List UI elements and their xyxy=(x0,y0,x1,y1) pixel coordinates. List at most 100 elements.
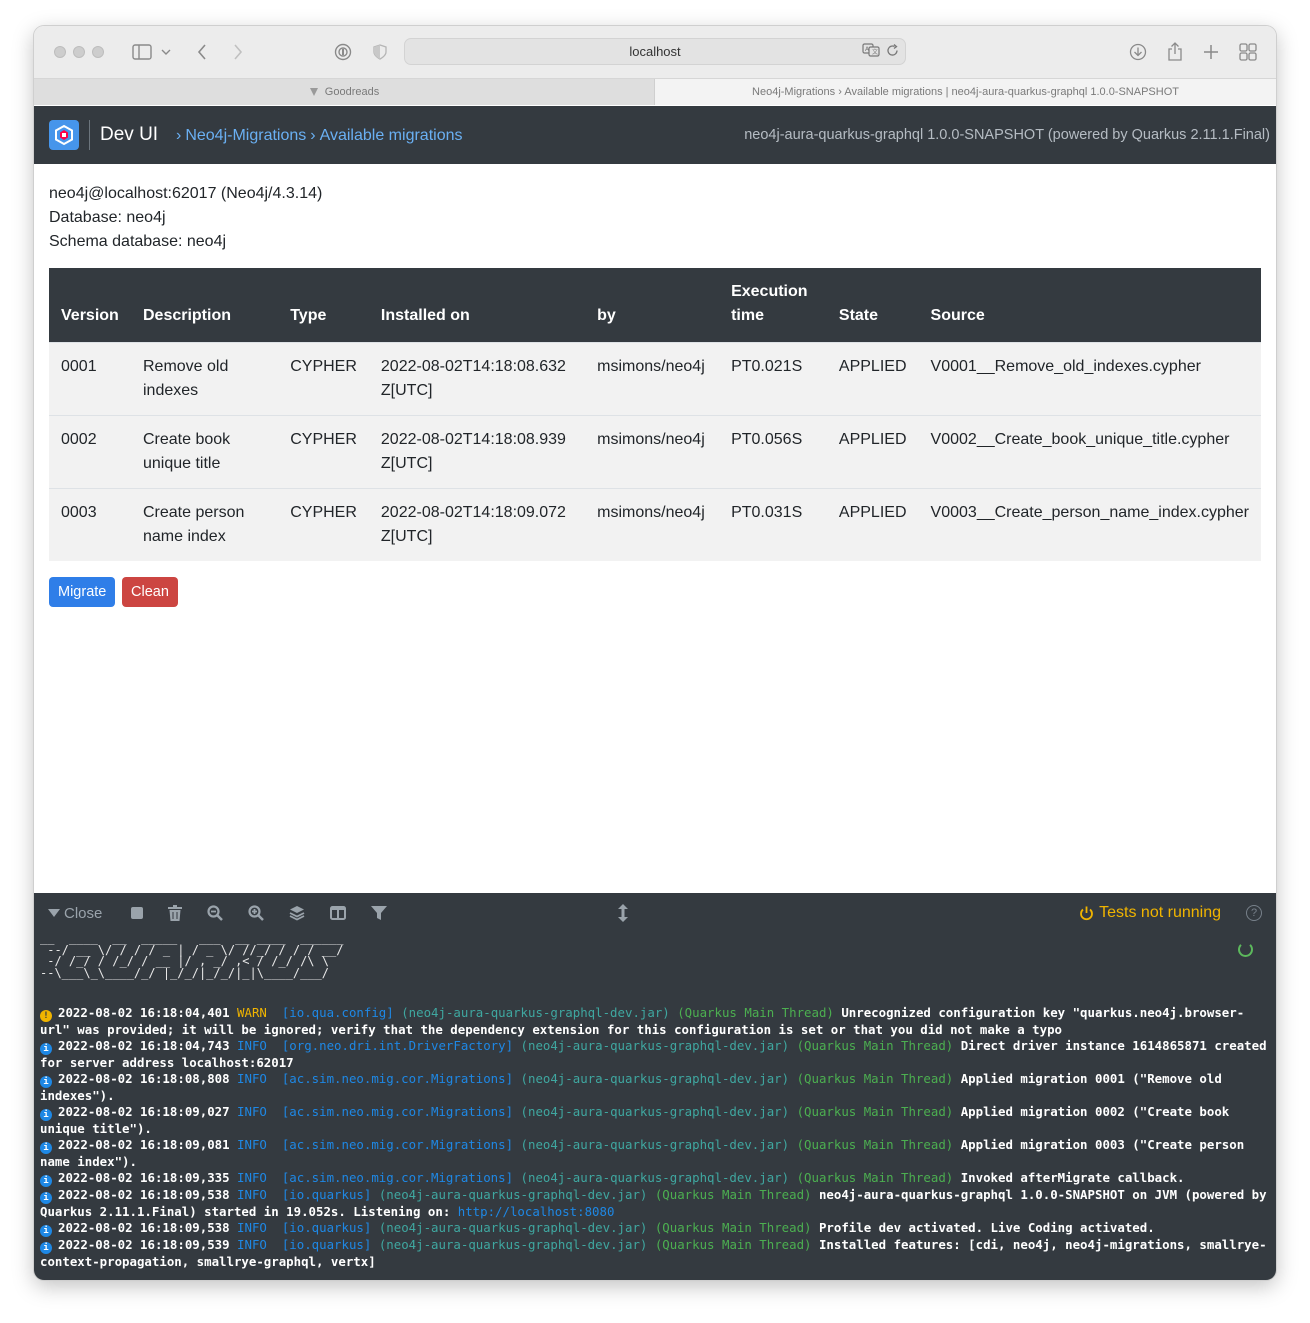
cell-installed-on: 2022-08-02T14:18:08.632Z[UTC] xyxy=(380,358,566,399)
resize-vertical-icon[interactable] xyxy=(618,904,628,922)
download-icon[interactable] xyxy=(1126,40,1150,64)
trash-icon[interactable] xyxy=(168,904,182,922)
connection-database: Database: neo4j xyxy=(49,209,166,226)
log-entry: i 2022-08-02 16:18:09,027 INFO [ac.sim.ne… xyxy=(40,1104,1237,1136)
chevron-down-icon[interactable] xyxy=(158,40,174,64)
header-divider xyxy=(89,120,90,150)
tests-status[interactable]: Tests not running xyxy=(1079,904,1221,922)
quarkus-logo-icon[interactable] xyxy=(49,120,79,150)
cell-description: Remove old indexes xyxy=(142,358,229,399)
power-icon xyxy=(1080,906,1093,920)
info-icon: i xyxy=(40,1109,52,1121)
zoom-in-icon[interactable] xyxy=(248,904,264,922)
log-entry: i 2022-08-02 16:18:09,538 INFO [io.quarku… xyxy=(40,1220,1270,1237)
log-entry: ! 2022-08-02 16:18:04,401 WARN [io.qua.co… xyxy=(40,1005,1245,1037)
address-bar-url: localhost xyxy=(629,44,681,59)
cell-type: CYPHER xyxy=(290,431,357,448)
forward-arrow-icon[interactable] xyxy=(226,40,250,64)
cell-state: APPLIED xyxy=(838,504,907,521)
sidebar-toggle-icon[interactable] xyxy=(130,40,154,64)
password-manager-icon[interactable] xyxy=(331,40,355,64)
migrations-table: Version Description Type Installed on by… xyxy=(49,268,1261,561)
log-entry: i 2022-08-02 16:18:09,539 INFO [io.quarku… xyxy=(40,1237,1267,1269)
tab-title: Neo4j-Migrations › Available migrations … xyxy=(752,86,1179,98)
breadcrumb: › Neo4j-Migrations › Available migration… xyxy=(176,127,462,145)
layers-icon[interactable] xyxy=(289,904,305,922)
table-row: 0003 Create person name index CYPHER 202… xyxy=(49,488,1261,561)
table-row: 0001 Remove old indexes CYPHER 2022-08-0… xyxy=(49,342,1261,416)
tab-overview-icon[interactable] xyxy=(1236,40,1260,64)
help-icon[interactable]: ? xyxy=(1246,905,1262,921)
tests-status-label: Tests not running xyxy=(1099,904,1221,921)
cell-installed-on: 2022-08-02T14:18:08.939Z[UTC] xyxy=(380,431,566,472)
stop-icon[interactable] xyxy=(131,904,143,922)
column-header-execution-time: Execution time xyxy=(731,283,808,324)
devui-title[interactable]: Dev UI xyxy=(100,124,158,146)
cell-by: msimons/neo4j xyxy=(597,431,705,448)
main-content: neo4j@localhost:62017 (Neo4j/4.3.14) Dat… xyxy=(49,182,1261,607)
column-header-state: State xyxy=(838,307,879,324)
share-icon[interactable] xyxy=(1163,40,1187,64)
cell-type: CYPHER xyxy=(290,504,357,521)
cell-type: CYPHER xyxy=(290,358,357,375)
back-arrow-icon[interactable] xyxy=(190,40,214,64)
translate-icon[interactable]: A文 xyxy=(862,43,880,60)
cell-state: APPLIED xyxy=(838,358,907,375)
cell-description: Create book unique title xyxy=(142,431,231,472)
zoom-out-icon[interactable] xyxy=(207,904,223,922)
cell-version: 0002 xyxy=(61,431,97,448)
log-entry: i 2022-08-02 16:18:09,081 INFO [ac.sim.ne… xyxy=(40,1137,1252,1169)
migrate-button[interactable]: Migrate xyxy=(49,577,116,607)
cell-description: Create person name index xyxy=(142,504,245,545)
breadcrumb-available-migrations[interactable]: Available migrations xyxy=(320,127,463,145)
cell-installed-on: 2022-08-02T14:18:09.072Z[UTC] xyxy=(380,504,566,545)
columns-icon[interactable] xyxy=(330,904,346,922)
zoom-window-button[interactable] xyxy=(92,46,104,58)
log-entry: i 2022-08-02 16:18:04,743 INFO [org.neo.d… xyxy=(40,1038,1275,1070)
close-log-label: Close xyxy=(64,904,103,922)
table-row: 0002 Create book unique title CYPHER 202… xyxy=(49,415,1261,489)
chevron-right-icon: › xyxy=(310,127,316,144)
reload-icon[interactable] xyxy=(886,43,899,60)
cell-execution-time: PT0.031S xyxy=(731,504,803,521)
tab-goodreads[interactable]: Goodreads xyxy=(34,79,655,105)
close-window-button[interactable] xyxy=(54,46,66,58)
goodreads-favicon-icon xyxy=(309,88,318,96)
filter-icon[interactable] xyxy=(371,904,387,922)
tab-title: Goodreads xyxy=(324,86,380,98)
cell-source: V0003__Create_person_name_index.cypher xyxy=(930,504,1249,521)
localhost-link[interactable]: http://localhost:8080 xyxy=(458,1204,615,1219)
cell-state: APPLIED xyxy=(838,431,907,448)
info-icon: i xyxy=(40,1142,52,1154)
info-icon: i xyxy=(40,1076,52,1088)
info-icon: i xyxy=(40,1225,52,1237)
cell-by: msimons/neo4j xyxy=(597,504,705,521)
address-bar[interactable]: localhost A文 xyxy=(404,38,906,65)
column-header-version: Version xyxy=(61,307,119,324)
close-log-button[interactable]: Close xyxy=(48,904,102,922)
column-header-description: Description xyxy=(142,307,231,324)
cell-source: V0001__Remove_old_indexes.cypher xyxy=(930,358,1201,375)
clean-button[interactable]: Clean xyxy=(122,577,178,607)
app-version-label: neo4j-aura-quarkus-graphql 1.0.0-SNAPSHO… xyxy=(744,127,1270,143)
devui-header: Dev UI › Neo4j-Migrations › Available mi… xyxy=(34,106,1276,164)
cell-version: 0003 xyxy=(61,504,97,521)
column-header-type: Type xyxy=(290,307,327,324)
browser-window: localhost A文 Goodreads Neo4j-Migrations … xyxy=(34,26,1276,1280)
log-toolbar: Close Tests not running ? xyxy=(34,893,1276,933)
cell-version: 0001 xyxy=(61,358,97,375)
cell-by: msimons/neo4j xyxy=(597,358,705,375)
loading-spinner-icon xyxy=(1238,942,1253,957)
new-tab-plus-icon[interactable] xyxy=(1199,40,1223,64)
svg-text:文: 文 xyxy=(872,48,878,56)
shield-icon[interactable] xyxy=(368,40,392,64)
tab-neo4j-migrations[interactable]: Neo4j-Migrations › Available migrations … xyxy=(655,79,1276,105)
log-panel: Close Tests not running ? __ ____ __ ___… xyxy=(34,893,1276,1280)
info-icon: i xyxy=(40,1192,52,1204)
warning-icon: ! xyxy=(40,1010,52,1022)
column-header-installed-on: Installed on xyxy=(380,307,470,324)
cell-execution-time: PT0.021S xyxy=(731,358,803,375)
minimize-window-button[interactable] xyxy=(73,46,85,58)
column-header-by: by xyxy=(597,307,616,324)
breadcrumb-neo4j-migrations[interactable]: Neo4j-Migrations xyxy=(185,127,306,145)
